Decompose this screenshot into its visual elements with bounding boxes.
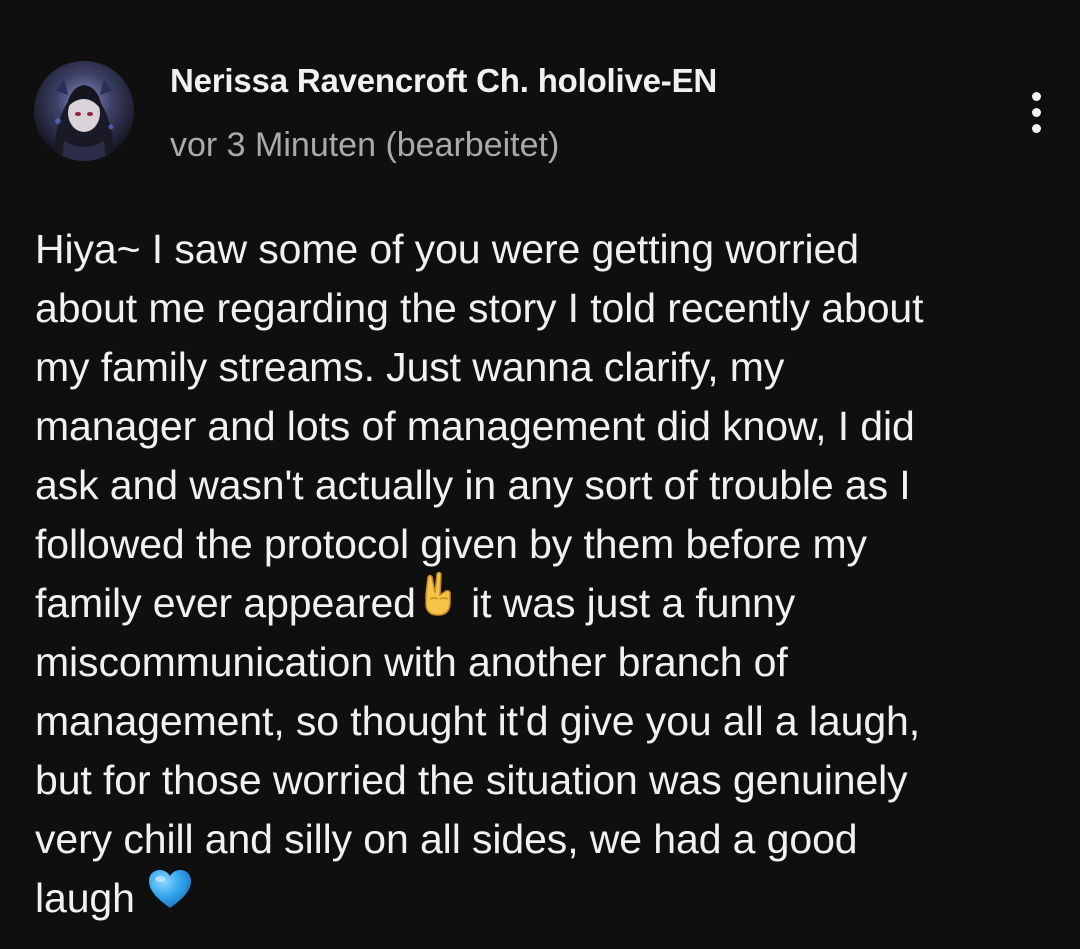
comment-line: management, so thought it'd give you all… — [35, 698, 921, 744]
comment-line: Hiya~ I saw some of you were getting wor… — [35, 226, 859, 272]
comment-line: about me regarding the story I told rece… — [35, 285, 924, 331]
comment-line: miscommunication with another branch of — [35, 639, 788, 685]
comment-timestamp[interactable]: vor 3 Minuten (bearbeitet) — [170, 126, 559, 165]
more-vertical-icon — [1031, 91, 1041, 101]
comment-line: followed the protocol given by them befo… — [35, 521, 867, 567]
more-vertical-icon-dot — [1031, 123, 1041, 133]
comment-line: family ever appeared it was just a funny — [35, 571, 1055, 633]
more-vertical-icon-dot — [1031, 107, 1041, 117]
avatar[interactable] — [34, 61, 134, 161]
comment-author[interactable]: Nerissa Ravencroft Ch. hololive-EN — [170, 62, 717, 100]
comment-line: but for those worried the situation was … — [35, 757, 908, 803]
comment-line-segment: family ever appeared — [35, 580, 416, 626]
blue-heart-icon — [146, 867, 194, 927]
comment-line: laugh — [35, 869, 1055, 928]
comment-line-segment: laugh — [35, 875, 135, 921]
comment-line: very chill and silly on all sides, we ha… — [35, 816, 858, 862]
comment-line: ask and wasn't actually in any sort of t… — [35, 462, 911, 508]
avatar-image — [34, 61, 134, 161]
more-options-button[interactable] — [1014, 84, 1058, 140]
comment-line-segment: it was just a funny — [459, 580, 796, 626]
comment-line: manager and lots of management did know,… — [35, 403, 915, 449]
comment-text: Hiya~ I saw some of you were getting wor… — [35, 220, 1055, 928]
comment-line: my family streams. Just wanna clarify, m… — [35, 344, 785, 390]
victory-hand-icon — [416, 571, 460, 633]
